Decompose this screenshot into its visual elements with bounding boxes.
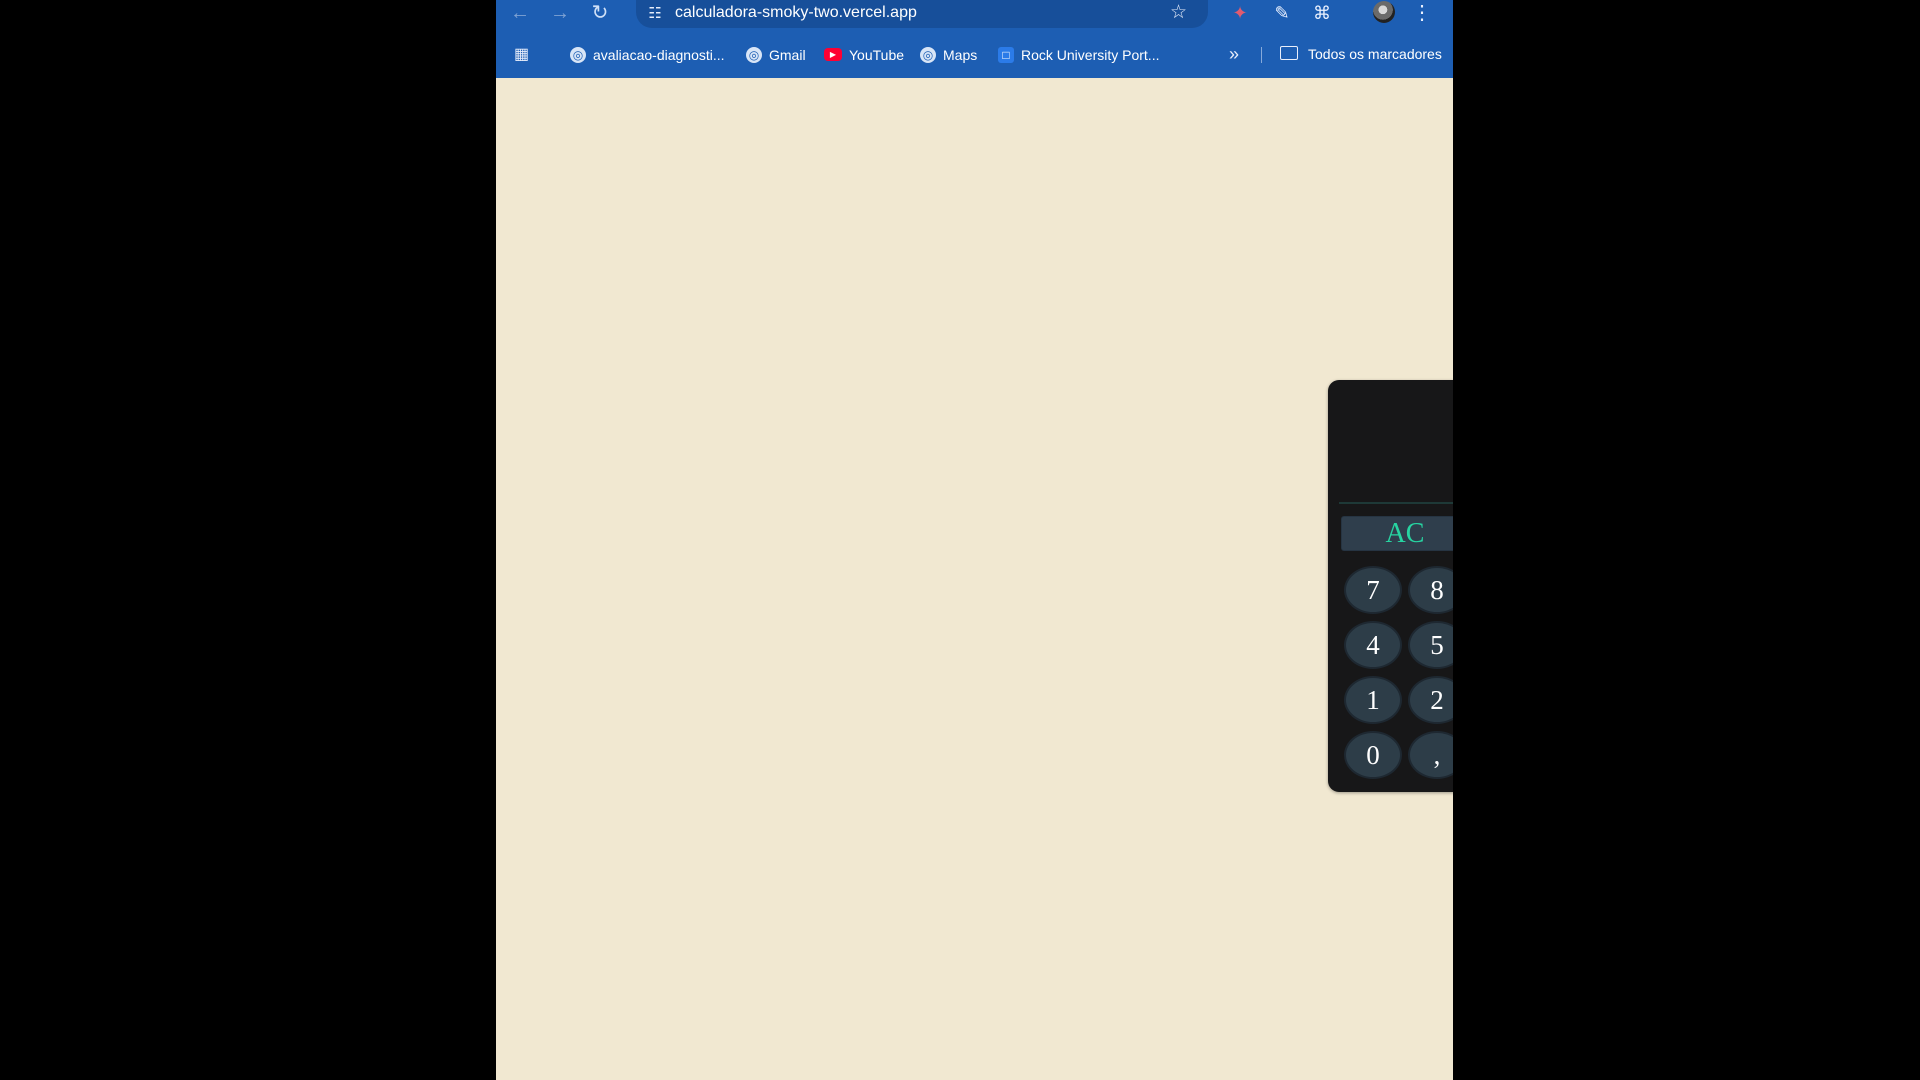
eight-button[interactable]: 8 xyxy=(1408,566,1453,614)
pen-extension-icon[interactable]: ✎ xyxy=(1269,1,1295,25)
bookmark-label: avaliacao-diagnosti... xyxy=(593,46,725,63)
display-divider xyxy=(1339,502,1453,504)
apps-grid-icon[interactable]: ▦ xyxy=(514,46,531,63)
more-bookmarks-button[interactable]: » xyxy=(1229,44,1239,64)
bookmark-label: Maps xyxy=(943,46,978,63)
youtube-icon: ▶ xyxy=(824,48,842,61)
four-button[interactable]: 4 xyxy=(1344,621,1402,669)
forward-button[interactable]: → xyxy=(546,1,574,25)
bookmark-maps[interactable]: ◎ Maps xyxy=(920,41,977,68)
five-button[interactable]: 5 xyxy=(1408,621,1453,669)
profile-avatar[interactable] xyxy=(1373,1,1395,23)
all-bookmarks-button[interactable]: Todos os marcadores xyxy=(1308,44,1442,64)
reload-button[interactable]: ↻ xyxy=(586,1,614,25)
bookmark-divider xyxy=(1261,47,1262,63)
bookmark-gmail[interactable]: ◎ Gmail xyxy=(746,41,806,68)
folder-icon xyxy=(1280,46,1298,60)
bookmark-rock-university[interactable]: □ Rock University Port... xyxy=(998,41,1159,68)
bookmark-youtube[interactable]: ▶ YouTube xyxy=(824,41,904,68)
decimal-comma-button[interactable]: , xyxy=(1408,731,1453,779)
browser-window: ← → ↻ ☷ calculadora-smoky-two.vercel.app… xyxy=(496,0,1453,1080)
one-button[interactable]: 1 xyxy=(1344,676,1402,724)
bookmark-label: Rock University Port... xyxy=(1021,46,1160,63)
browser-menu-icon[interactable]: ⋮ xyxy=(1412,1,1432,25)
globe-icon: ◎ xyxy=(746,46,762,63)
bookmarks-bar: ▦ ◎ avaliacao-diagnosti... ◎ Gmail ▶ You… xyxy=(496,39,1453,70)
ac-button[interactable]: AC xyxy=(1341,516,1453,551)
bookmark-label: YouTube xyxy=(849,46,905,63)
site-settings-icon[interactable]: ☷ xyxy=(644,3,666,25)
extensions-puzzle-icon[interactable]: ⌘ xyxy=(1309,1,1335,25)
browser-toolbar: ← → ↻ ☷ calculadora-smoky-two.vercel.app… xyxy=(496,0,1453,78)
bookmark-label: Gmail xyxy=(769,46,806,63)
globe-icon: ◎ xyxy=(570,46,586,63)
seven-button[interactable]: 7 xyxy=(1344,566,1402,614)
bookmark-avaliacao[interactable]: ◎ avaliacao-diagnosti... xyxy=(570,41,725,68)
rock-icon: □ xyxy=(998,46,1014,63)
calculator: AC × ÷ 7 8 9 × 4 5 6 − 1 2 3 + 0 , = xyxy=(1328,380,1453,792)
calculator-display xyxy=(1339,390,1453,502)
two-button[interactable]: 2 xyxy=(1408,676,1453,724)
back-button[interactable]: ← xyxy=(506,1,534,25)
zero-button[interactable]: 0 xyxy=(1344,731,1402,779)
extension-red-icon[interactable]: ✦ xyxy=(1227,1,1253,25)
globe-icon: ◎ xyxy=(920,46,936,63)
bookmark-star-icon[interactable]: ☆ xyxy=(1170,1,1187,25)
url-text[interactable]: calculadora-smoky-two.vercel.app xyxy=(675,2,917,24)
